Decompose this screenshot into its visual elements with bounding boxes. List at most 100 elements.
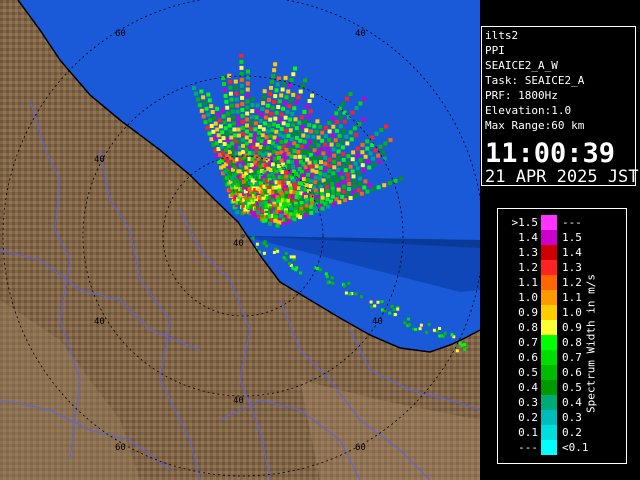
echo-cell: [262, 121, 267, 126]
echo-cell: [297, 120, 302, 125]
echo-cell: [273, 116, 278, 121]
echo-cell: [307, 139, 312, 144]
echo-cell: [392, 308, 396, 311]
echo-cell: [333, 174, 338, 179]
legend-swatch: [541, 215, 557, 230]
echo-cell: [345, 96, 349, 101]
echo-cell: [286, 165, 291, 170]
echo-cell: [261, 101, 266, 106]
echo-cell: [251, 145, 256, 150]
echo-cell: [197, 103, 202, 108]
task-name: Task: SEAICE2_A: [485, 74, 585, 87]
echo-cell: [319, 268, 322, 272]
echo-cell: [323, 155, 328, 160]
legend-upper-value: 1.2: [562, 276, 582, 289]
echo-cell: [225, 105, 230, 110]
echo-cell: [327, 121, 332, 125]
legend-lower-value: 0.1: [518, 426, 538, 439]
echo-cell: [282, 153, 286, 158]
range-label: 40: [233, 239, 244, 249]
echo-cell: [373, 304, 377, 308]
range-label: 40: [233, 396, 244, 406]
echo-cell: [233, 133, 237, 138]
echo-cell: [314, 202, 319, 207]
echo-cell: [296, 149, 301, 154]
echo-cell: [361, 117, 366, 122]
prf-value: PRF: 1800Hz: [485, 89, 558, 102]
echo-cell: [224, 99, 229, 104]
echo-cell: [399, 176, 404, 181]
echo-cell: [341, 152, 346, 156]
echo-cell: [289, 78, 294, 82]
echo-cell: [455, 349, 459, 353]
echo-cell: [220, 108, 225, 113]
echo-cell: [245, 81, 250, 86]
echo-cell: [360, 163, 365, 168]
echo-cell: [320, 192, 325, 197]
legend-upper-value: 0.2: [562, 426, 582, 439]
echo-cell: [335, 120, 339, 124]
echo-cell: [368, 151, 373, 156]
echo-cell: [307, 123, 312, 128]
echo-cell: [367, 183, 372, 188]
echo-cell: [350, 169, 355, 174]
echo-cell: [274, 129, 279, 134]
legend-swatch: [541, 350, 557, 365]
echo-cell: [279, 158, 284, 163]
echo-cell: [388, 311, 392, 315]
echo-cell: [274, 169, 279, 174]
echo-cell: [302, 109, 307, 114]
echo-cell: [275, 223, 280, 228]
echo-cell: [220, 130, 225, 135]
echo-cell: [255, 109, 259, 114]
echo-cell: [279, 93, 284, 98]
radar-map[interactable]: 60 40 40 40 40 60 40 60 40: [0, 0, 480, 480]
echo-cell: [240, 101, 245, 106]
echo-cell: [331, 171, 336, 176]
echo-cell: [297, 181, 302, 186]
range-label: 60: [355, 443, 366, 453]
echo-cell: [336, 167, 341, 172]
echo-cell: [235, 210, 240, 215]
echo-cell: [357, 121, 362, 126]
echo-cell: [287, 169, 292, 174]
echo-cell: [354, 292, 358, 296]
echo-cell: [270, 105, 275, 110]
echo-cell: [240, 113, 245, 118]
echo-cell: [360, 295, 363, 299]
echo-cell: [321, 151, 326, 156]
echo-cell: [225, 138, 230, 143]
echo-cell: [326, 281, 330, 285]
echo-cell: [292, 182, 297, 187]
echo-cell: [304, 144, 309, 149]
echo-cell: [277, 118, 282, 123]
echo-cell: [273, 94, 278, 99]
echo-cell: [341, 157, 346, 162]
echo-cell: [347, 281, 351, 285]
range-label: 40: [355, 29, 366, 39]
echo-cell: [305, 134, 310, 139]
echo-cell: [374, 131, 379, 136]
echo-cell: [205, 125, 210, 130]
echo-cell: [262, 146, 266, 151]
echo-cell: [272, 251, 276, 254]
echo-cell: [355, 146, 360, 151]
echo-cell: [291, 194, 295, 199]
echo-cell: [222, 120, 227, 125]
scan-time: 11:00:39: [485, 138, 616, 169]
echo-cell: [369, 300, 373, 304]
legend-swatch: [541, 320, 557, 335]
echo-cell: [297, 177, 301, 182]
legend-unit-label: Spectrum Width in m/s: [584, 273, 598, 414]
echo-cell: [337, 161, 341, 166]
echo-cell: [292, 258, 296, 262]
echo-cell: [277, 99, 282, 104]
echo-cell: [320, 188, 324, 193]
echo-cell: [351, 150, 356, 155]
echo-cell: [299, 144, 304, 149]
echo-cell: [218, 124, 223, 129]
echo-cell: [210, 110, 215, 114]
echo-cell: [229, 97, 234, 102]
echo-cell: [240, 89, 244, 94]
echo-cell: [307, 160, 312, 165]
